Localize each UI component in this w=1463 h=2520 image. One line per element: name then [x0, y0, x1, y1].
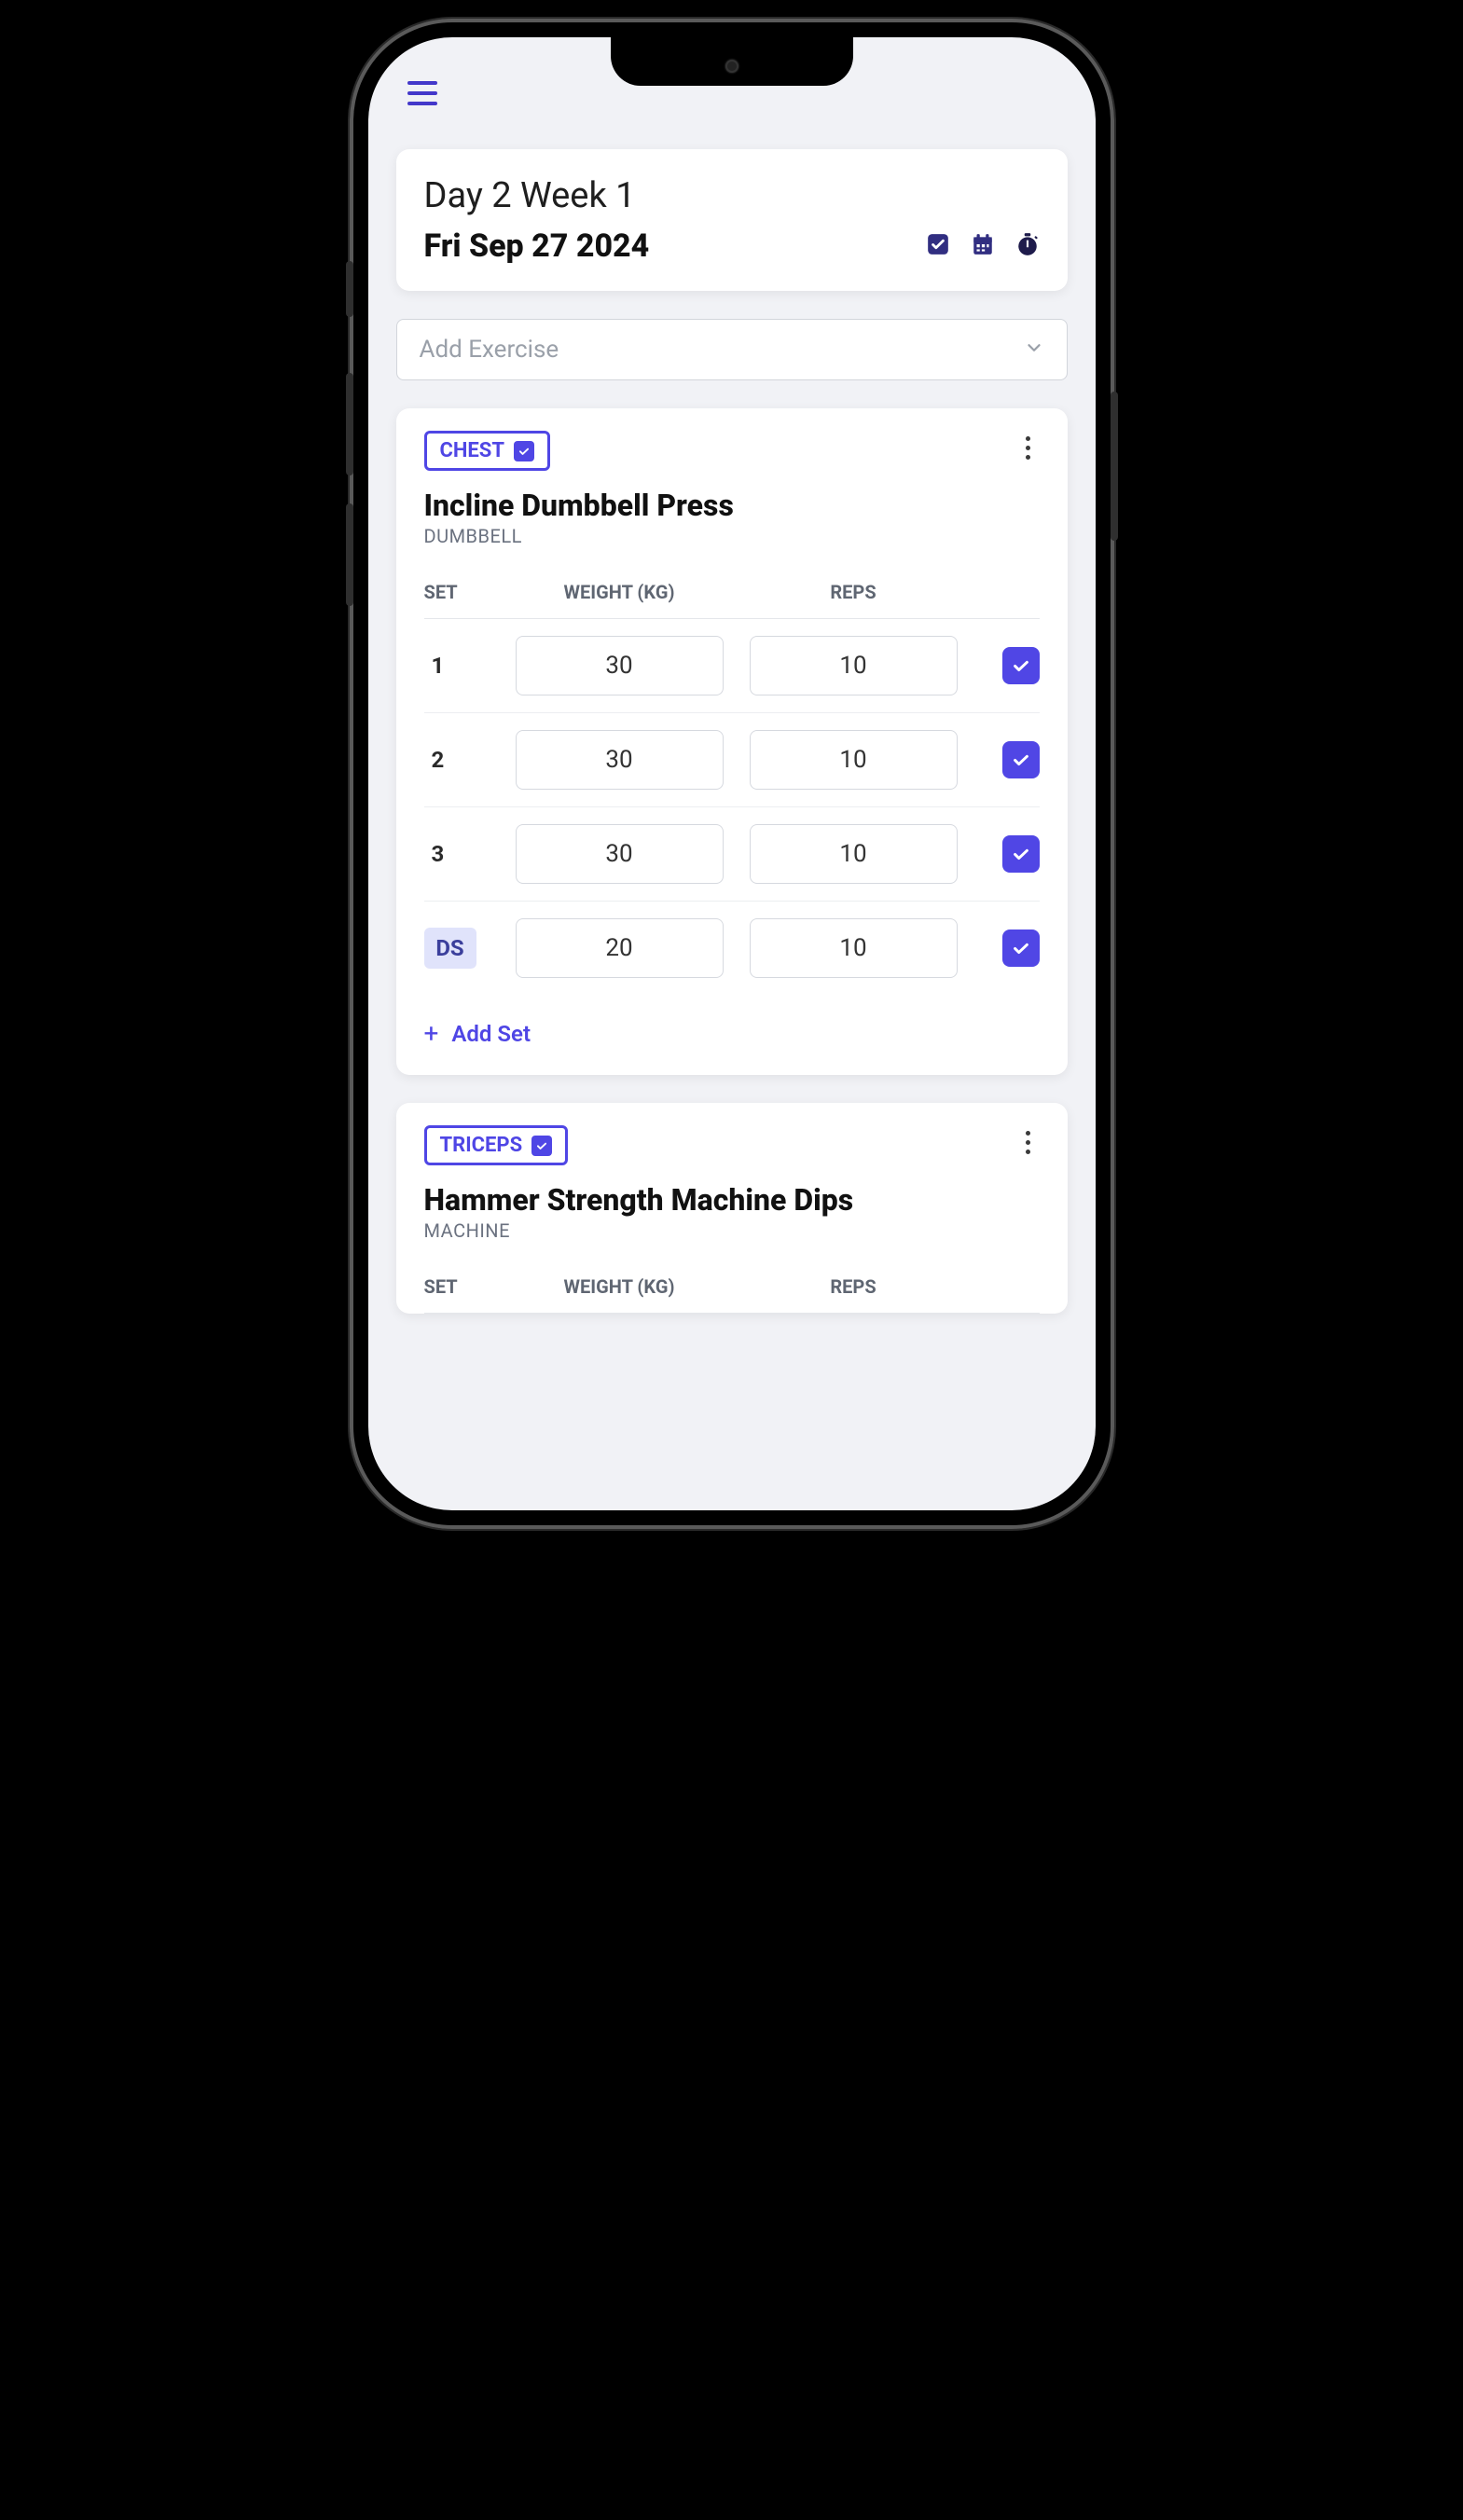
day-title: Day 2 Week 1 — [424, 175, 1040, 216]
set-number: 1 — [424, 653, 490, 679]
badge-label: TRICEPS — [440, 1134, 523, 1157]
more-options-icon[interactable] — [1017, 431, 1040, 465]
reps-input[interactable]: 10 — [750, 824, 958, 884]
set-complete-checkbox[interactable] — [1002, 835, 1040, 873]
table-row: 3 30 10 — [424, 807, 1040, 902]
muscle-group-badge[interactable]: CHEST — [424, 431, 550, 471]
reps-input[interactable]: 10 — [750, 636, 958, 695]
add-set-label: Add Set — [451, 1021, 531, 1047]
set-number: 3 — [424, 841, 490, 867]
reps-input[interactable]: 10 — [750, 918, 958, 978]
exercise-equipment: MACHINE — [396, 1219, 1068, 1264]
set-complete-checkbox[interactable] — [1002, 741, 1040, 778]
th-weight: WEIGHT (KG) — [516, 581, 724, 603]
th-set: SET — [424, 581, 490, 603]
badge-label: CHEST — [440, 439, 504, 462]
more-options-icon[interactable] — [1017, 1125, 1040, 1160]
set-complete-checkbox[interactable] — [1002, 647, 1040, 684]
date-text: Fri Sep 27 2024 — [424, 227, 650, 265]
badge-check-icon — [531, 1136, 552, 1156]
set-complete-checkbox[interactable] — [1002, 930, 1040, 967]
add-exercise-select[interactable]: Add Exercise — [396, 319, 1068, 380]
exercise-card: TRICEPS Hammer Strength Machine DipsMACHI… — [396, 1103, 1068, 1314]
weight-input[interactable]: 30 — [516, 824, 724, 884]
plus-icon: + — [424, 1021, 439, 1047]
calendar-icon[interactable] — [971, 232, 995, 260]
th-weight: WEIGHT (KG) — [516, 1275, 724, 1298]
exercise-equipment: DUMBBELL — [396, 525, 1068, 570]
table-header: SET WEIGHT (KG) REPS — [424, 1264, 1040, 1314]
exercise-card: CHEST Incline Dumbbell PressDUMBBELL SET WE… — [396, 408, 1068, 1075]
add-exercise-placeholder: Add Exercise — [420, 336, 559, 364]
add-set-button[interactable]: + Add Set — [396, 995, 1068, 1075]
complete-check-icon[interactable] — [926, 232, 950, 260]
badge-check-icon — [514, 441, 534, 461]
table-row: 1 30 10 — [424, 619, 1040, 713]
th-reps: REPS — [750, 1275, 958, 1298]
workout-header-card: Day 2 Week 1 Fri Sep 27 2024 — [396, 149, 1068, 291]
chevron-down-icon — [1024, 337, 1044, 362]
table-header: SET WEIGHT (KG) REPS — [424, 570, 1040, 619]
table-row: 2 30 10 — [424, 713, 1040, 807]
weight-input[interactable]: 30 — [516, 730, 724, 790]
dropset-label: DS — [424, 928, 476, 969]
th-set: SET — [424, 1275, 490, 1298]
table-row: DS 20 10 — [424, 902, 1040, 995]
exercise-name: Incline Dumbbell Press — [396, 471, 1068, 525]
weight-input[interactable]: 20 — [516, 918, 724, 978]
th-reps: REPS — [750, 581, 958, 603]
menu-icon[interactable] — [407, 75, 445, 112]
weight-input[interactable]: 30 — [516, 636, 724, 695]
reps-input[interactable]: 10 — [750, 730, 958, 790]
set-number: 2 — [424, 747, 490, 773]
muscle-group-badge[interactable]: TRICEPS — [424, 1125, 569, 1165]
stopwatch-icon[interactable] — [1015, 232, 1040, 260]
exercise-name: Hammer Strength Machine Dips — [396, 1165, 1068, 1219]
device-notch — [611, 37, 853, 86]
